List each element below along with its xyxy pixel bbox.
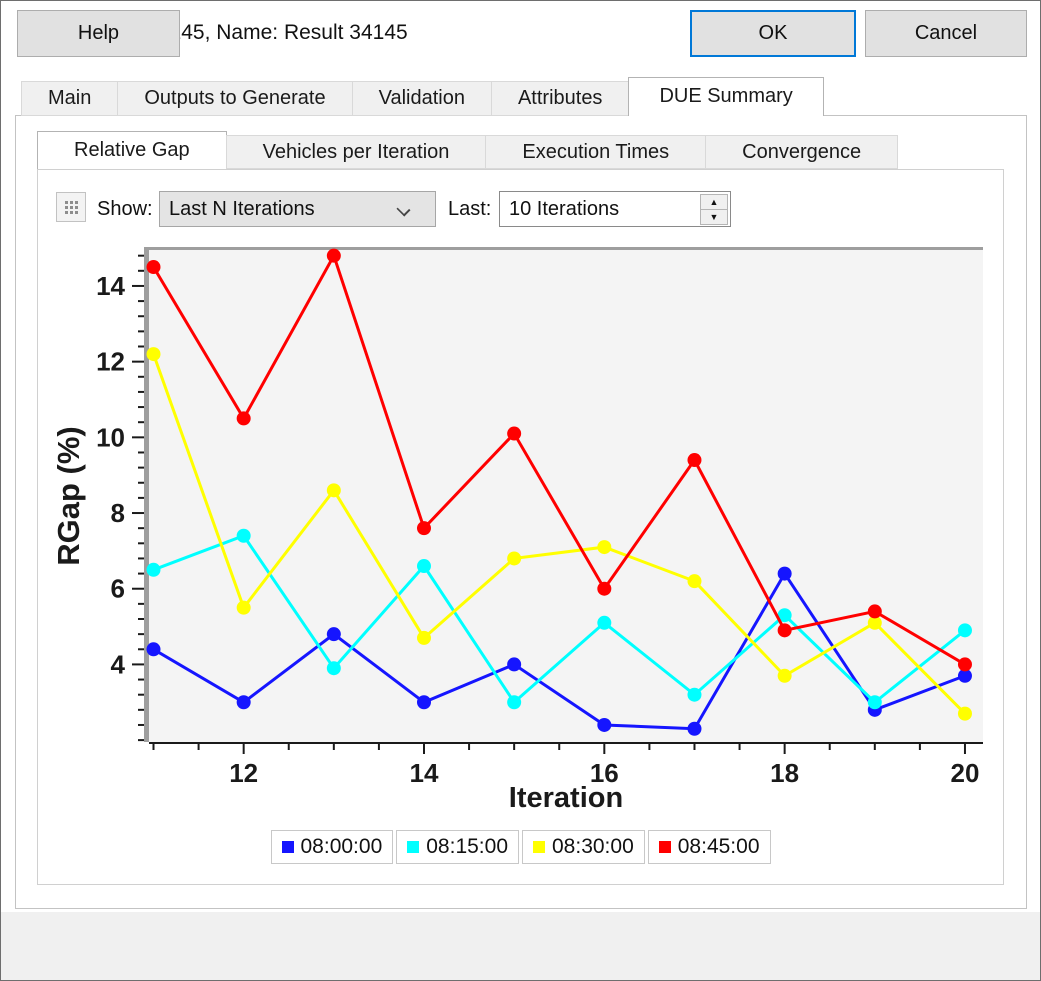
- chevron-down-icon: [396, 202, 410, 216]
- data-point: [417, 631, 431, 645]
- subtab-relative-gap[interactable]: Relative Gap: [37, 131, 227, 169]
- legend-label: 08:00:00: [301, 835, 383, 859]
- tab-due-summary[interactable]: DUE Summary: [628, 77, 823, 116]
- data-point: [597, 718, 611, 732]
- legend-item-0815[interactable]: 08:15:00: [396, 830, 519, 864]
- subtab-convergence[interactable]: Convergence: [705, 135, 898, 169]
- x-axis-line: [149, 742, 983, 744]
- tab-validation[interactable]: Validation: [352, 81, 492, 116]
- y-tick-label: 8: [111, 498, 125, 528]
- legend-label: 08:30:00: [552, 835, 634, 859]
- data-point: [417, 521, 431, 535]
- y-tick-label: 6: [111, 574, 125, 604]
- spin-down-icon[interactable]: ▼: [700, 209, 728, 225]
- data-point: [778, 669, 792, 683]
- data-point: [597, 582, 611, 596]
- data-point: [147, 347, 161, 361]
- ok-button[interactable]: OK: [690, 10, 856, 57]
- y-tick-label: 4: [111, 649, 126, 679]
- y-tick-label: 12: [96, 347, 125, 377]
- data-point: [147, 642, 161, 656]
- last-n-iterations-spinner[interactable]: 10 Iterations ▲ ▼: [499, 191, 731, 227]
- data-point: [597, 540, 611, 554]
- last-n-value: 10 Iterations: [509, 198, 619, 220]
- data-point: [868, 695, 882, 709]
- data-point: [147, 260, 161, 274]
- legend-item-0830[interactable]: 08:30:00: [522, 830, 645, 864]
- cancel-button[interactable]: Cancel: [865, 10, 1027, 57]
- y-tick-label: 10: [96, 422, 125, 452]
- data-point: [327, 483, 341, 497]
- data-point: [868, 604, 882, 618]
- show-mode-select[interactable]: Last N Iterations: [159, 191, 436, 227]
- plot-top-frame: [144, 247, 983, 250]
- data-point: [507, 657, 521, 671]
- data-point: [958, 657, 972, 671]
- tab-attributes[interactable]: Attributes: [491, 81, 629, 116]
- subtab-execution-times[interactable]: Execution Times: [485, 135, 706, 169]
- data-point: [597, 616, 611, 630]
- chart-legend: 08:00:00 08:15:00 08:30:00 08:45:00: [37, 830, 1004, 864]
- x-tick-label: 18: [770, 758, 799, 788]
- data-point: [327, 661, 341, 675]
- data-point: [687, 453, 701, 467]
- last-label: Last:: [448, 193, 491, 225]
- data-point: [507, 695, 521, 709]
- x-tick-label: 12: [229, 758, 258, 788]
- data-point: [237, 695, 251, 709]
- data-point: [958, 707, 972, 721]
- result-dialog: .next Result: 34145, Name: Result 34145 …: [0, 0, 1041, 981]
- main-tab-bar: Main Outputs to Generate Validation Attr…: [21, 77, 823, 116]
- data-point: [687, 722, 701, 736]
- data-point: [687, 574, 701, 588]
- legend-label: 08:45:00: [678, 835, 760, 859]
- data-point: [237, 601, 251, 615]
- legend-item-0800[interactable]: 08:00:00: [271, 830, 394, 864]
- y-axis-title: RGap (%): [51, 426, 86, 566]
- series-swatch-cyan: [407, 841, 419, 853]
- series-swatch-red: [659, 841, 671, 853]
- button-box: [1, 912, 1040, 981]
- data-point: [417, 695, 431, 709]
- data-point: [778, 623, 792, 637]
- x-tick-label: 20: [951, 758, 980, 788]
- show-mode-value: Last N Iterations: [169, 198, 315, 220]
- chart-options-button[interactable]: [56, 192, 86, 222]
- data-point: [327, 249, 341, 263]
- data-point: [417, 559, 431, 573]
- plot-canvas: [149, 250, 983, 742]
- legend-item-0845[interactable]: 08:45:00: [648, 830, 771, 864]
- tab-outputs-to-generate[interactable]: Outputs to Generate: [117, 81, 352, 116]
- show-label: Show:: [97, 193, 153, 225]
- x-axis-title: Iteration: [509, 782, 623, 814]
- data-point: [327, 627, 341, 641]
- tab-main[interactable]: Main: [21, 81, 118, 116]
- data-point: [507, 427, 521, 441]
- y-tick-label: 14: [96, 271, 125, 301]
- x-tick-label: 14: [410, 758, 439, 788]
- data-point: [778, 567, 792, 581]
- data-point: [687, 688, 701, 702]
- data-point: [237, 411, 251, 425]
- rgap-chart: 4681012141214161820RGap (%)Iteration: [37, 241, 1004, 827]
- help-button[interactable]: Help: [17, 10, 180, 57]
- data-point: [237, 529, 251, 543]
- data-point: [507, 551, 521, 565]
- y-axis-line: [144, 247, 149, 742]
- data-point: [147, 563, 161, 577]
- grid-dots-icon: [65, 201, 68, 204]
- data-point: [958, 623, 972, 637]
- legend-label: 08:15:00: [426, 835, 508, 859]
- spin-up-icon[interactable]: ▲: [700, 194, 728, 210]
- subtab-vehicles-per-iteration[interactable]: Vehicles per Iteration: [226, 135, 487, 169]
- due-subtab-bar: Relative Gap Vehicles per Iteration Exec…: [37, 131, 897, 169]
- series-swatch-blue: [282, 841, 294, 853]
- series-swatch-yellow: [533, 841, 545, 853]
